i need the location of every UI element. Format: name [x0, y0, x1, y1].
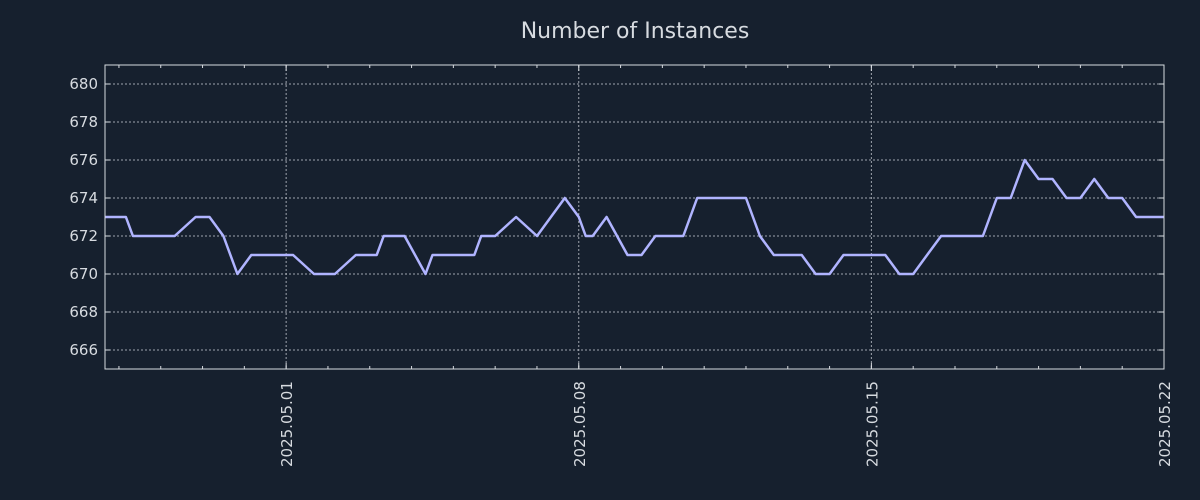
- x-tick-label: 2025.05.15: [863, 381, 881, 467]
- axis-ticks: [105, 65, 1165, 369]
- series-layer: [105, 158, 1164, 276]
- y-tick-label: 676: [69, 151, 98, 169]
- y-tick-label: 668: [69, 303, 98, 321]
- x-tick-label: 2025.05.08: [571, 381, 589, 467]
- x-tick-label: 2025.05.01: [278, 381, 296, 467]
- line-chart: Number of Instances 666 668 670 672 674 676 67…: [69, 19, 1174, 467]
- plot-frame: [104, 64, 1165, 370]
- y-tick-label: 680: [69, 75, 98, 93]
- y-tick-label: 666: [69, 341, 98, 359]
- y-tick-label: 674: [69, 189, 98, 207]
- x-tick-label: 2025.05.22: [1156, 381, 1174, 467]
- series-line: [105, 158, 1164, 276]
- y-tick-label: 672: [69, 227, 98, 245]
- y-tick-label: 678: [69, 113, 98, 131]
- grid: [105, 65, 1165, 369]
- y-tick-label: 670: [69, 265, 98, 283]
- chart-title: Number of Instances: [521, 19, 750, 44]
